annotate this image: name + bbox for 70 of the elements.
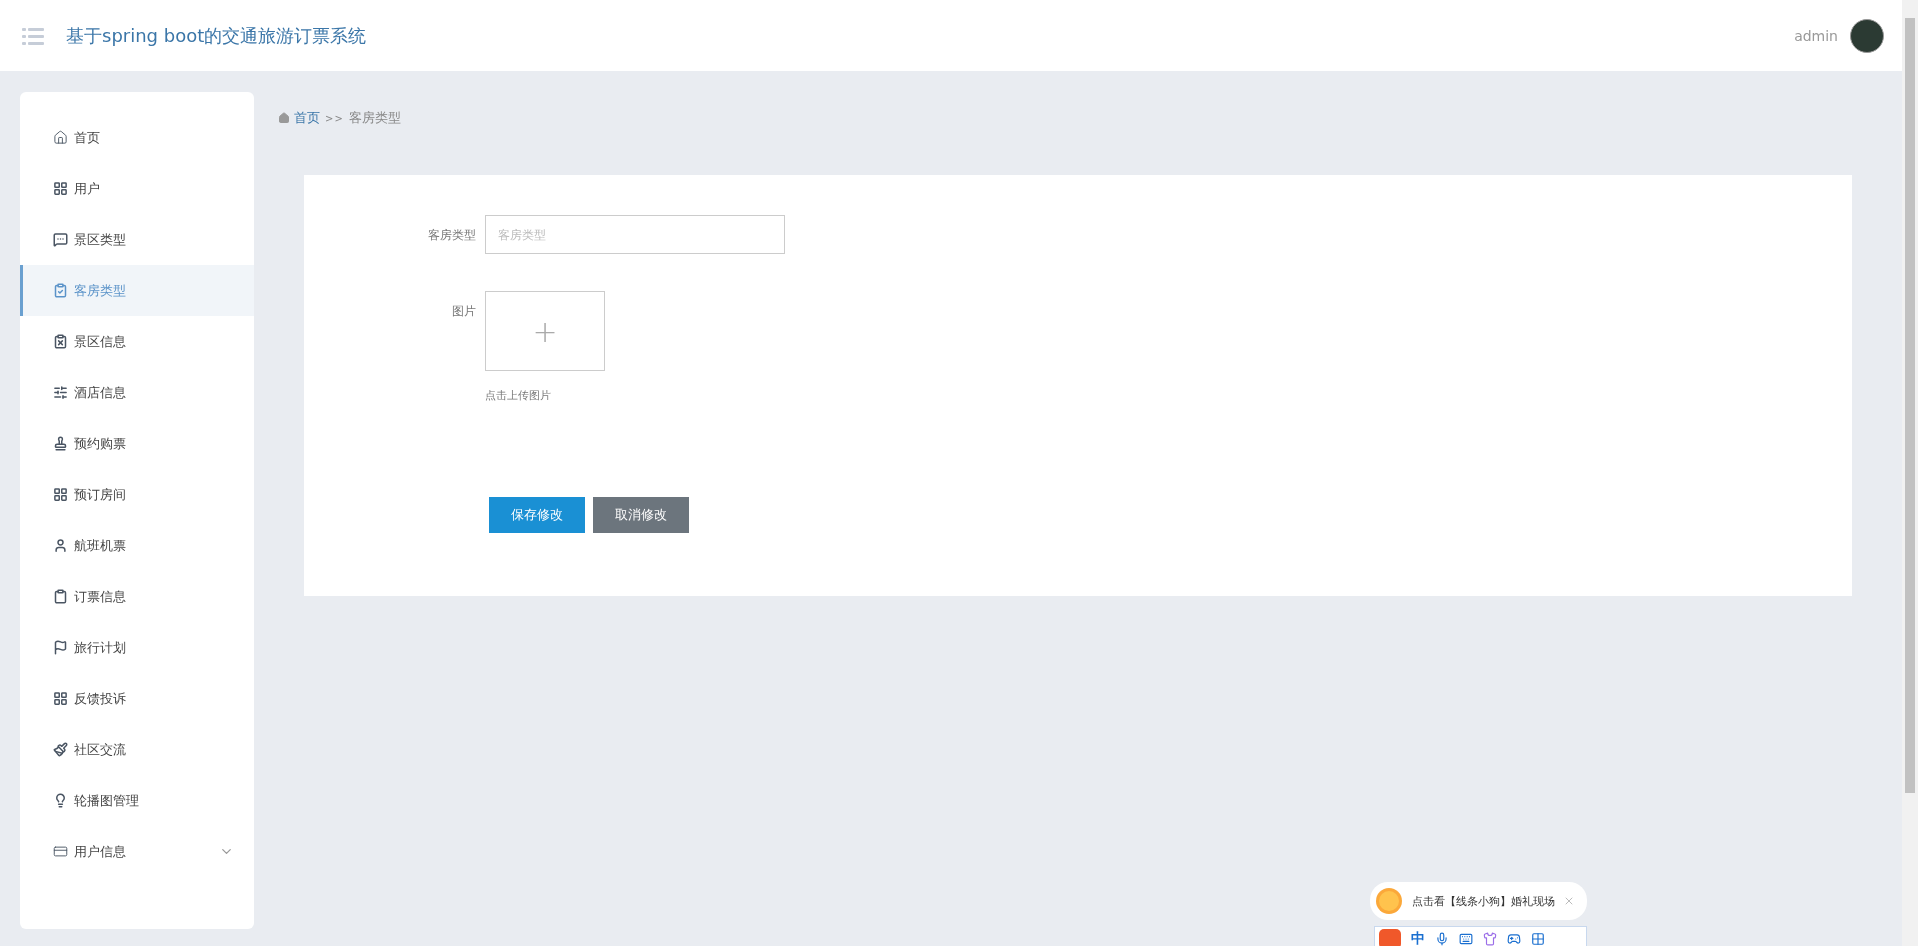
field-label: 客房类型 <box>427 227 476 244</box>
sidebar-item[interactable]: 预订房间 <box>20 469 254 520</box>
user-icon <box>53 538 68 553</box>
grid-icon <box>53 487 68 502</box>
home-icon <box>53 130 68 145</box>
close-icon[interactable] <box>1563 895 1575 907</box>
sidebar-label: 轮播图管理 <box>74 791 140 810</box>
sidebar-label: 旅行计划 <box>74 638 127 657</box>
app-title: 基于spring boot的交通旅游订票系统 <box>66 23 368 48</box>
upload-hint: 点击上传图片 <box>485 388 552 403</box>
sidebar-label: 航班机票 <box>74 536 127 555</box>
grid-icon[interactable] <box>1531 932 1545 946</box>
sidebar-label: 订票信息 <box>74 587 127 606</box>
sidebar-label: 预订房间 <box>74 485 127 504</box>
sidebar-item[interactable]: 酒店信息 <box>20 367 254 418</box>
sliders-icon <box>53 385 68 400</box>
gamepad-icon[interactable] <box>1507 932 1521 946</box>
ime-tip-bubble[interactable]: 点击看【线条小狗】婚礼现场 <box>1370 882 1587 920</box>
scrollbar[interactable] <box>1902 0 1918 946</box>
sidebar-label: 酒店信息 <box>74 383 127 402</box>
sidebar-label: 社区交流 <box>74 740 127 759</box>
flag-icon <box>53 640 68 655</box>
keyboard-icon[interactable] <box>1459 932 1473 946</box>
sidebar-item[interactable]: 用户信息 <box>20 826 254 877</box>
sidebar-item[interactable]: 景区信息 <box>20 316 254 367</box>
grid-icon <box>53 181 68 196</box>
breadcrumb-home-link[interactable]: 首页 <box>278 109 320 127</box>
sidebar-label: 客房类型 <box>74 281 127 300</box>
sidebar-item[interactable]: 航班机票 <box>20 520 254 571</box>
lightbulb-icon <box>53 793 68 808</box>
sidebar-item[interactable]: 订票信息 <box>20 571 254 622</box>
sidebar-item[interactable]: 首页 <box>20 112 254 163</box>
ime-logo-icon[interactable] <box>1379 929 1401 946</box>
clipboard-x-icon <box>53 334 68 349</box>
input-field[interactable]: 客房类型 <box>485 215 785 254</box>
shirt-icon[interactable] <box>1483 932 1497 946</box>
grid-icon <box>53 691 68 706</box>
brush-icon <box>53 742 68 757</box>
sun-icon <box>1374 886 1404 916</box>
sidebar-label: 用户 <box>74 179 101 198</box>
sidebar-item[interactable]: 反馈投诉 <box>20 673 254 724</box>
stamp-icon <box>53 436 68 451</box>
sidebar-label: 景区信息 <box>74 332 127 351</box>
ime-mode[interactable]: 中 <box>1411 930 1425 946</box>
sidebar-item[interactable]: 轮播图管理 <box>20 775 254 826</box>
home-icon <box>278 112 290 124</box>
field-label: 图片 <box>451 303 476 320</box>
sidebar-label: 反馈投诉 <box>74 689 127 708</box>
scrollbar-thumb[interactable] <box>1905 18 1915 793</box>
sidebar-item[interactable]: 用户 <box>20 163 254 214</box>
cancel-button[interactable]: 取消修改 <box>593 497 689 533</box>
sidebar-item[interactable]: 景区类型 <box>20 214 254 265</box>
sidebar-item[interactable]: 社区交流 <box>20 724 254 775</box>
breadcrumb-current: 客房类型 <box>348 109 401 127</box>
card-icon <box>53 844 68 859</box>
avatar[interactable] <box>1850 18 1884 53</box>
chat-icon <box>53 232 68 247</box>
clipboard-icon <box>53 589 68 604</box>
clipboard-check-icon <box>53 283 68 298</box>
sidebar-label: 用户信息 <box>74 842 127 861</box>
sidebar-item[interactable]: 预约购票 <box>20 418 254 469</box>
sidebar-item[interactable]: 旅行计划 <box>20 622 254 673</box>
breadcrumb-separator: >> <box>325 112 344 124</box>
ime-tip-text: 点击看【线条小狗】婚礼现场 <box>1412 893 1555 909</box>
sidebar-label: 预约购票 <box>74 434 127 453</box>
sidebar-label: 景区类型 <box>74 230 127 249</box>
user-name: admin <box>1794 27 1838 44</box>
save-button[interactable]: 保存修改 <box>489 497 585 533</box>
microphone-icon[interactable] <box>1435 932 1449 946</box>
sidebar-label: 首页 <box>74 128 101 147</box>
